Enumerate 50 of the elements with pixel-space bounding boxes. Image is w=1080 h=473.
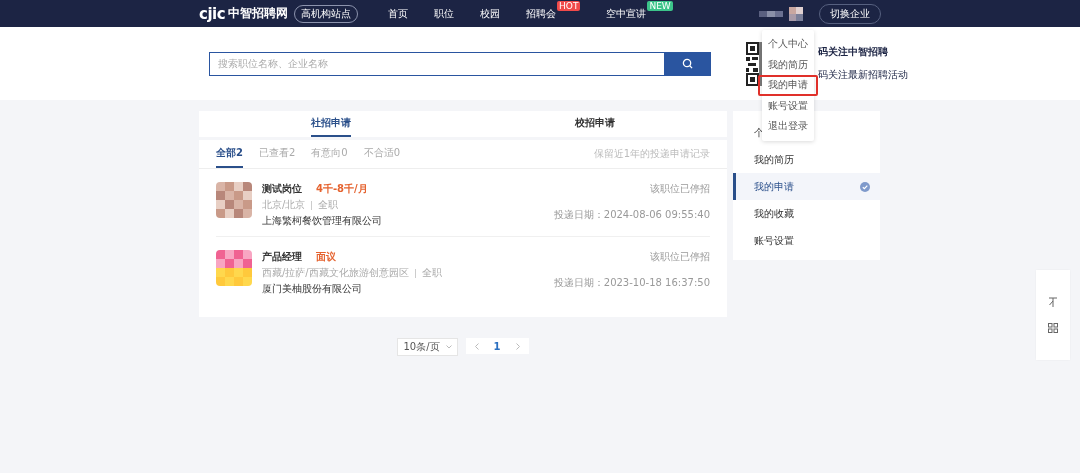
nav-link[interactable]: 职位 <box>434 6 455 21</box>
job-type: 全职 <box>318 198 339 212</box>
search-button[interactable] <box>664 51 711 76</box>
search-field[interactable]: 搜索职位名称、企业名称 <box>209 51 664 76</box>
caret-icon <box>445 345 452 349</box>
job-title[interactable]: 产品经理 <box>262 250 302 264</box>
salary: 4千-8千/月 <box>316 182 368 196</box>
menu-item[interactable]: 我的申请 <box>758 75 818 96</box>
page-number[interactable]: 1 <box>493 340 501 352</box>
job-location: 西藏/拉萨/西藏文化旅游创意园区 <box>262 266 409 280</box>
side-menu-item[interactable]: 我的申请 <box>754 179 794 194</box>
qr-code-icon <box>746 41 762 86</box>
chevron-left-icon <box>474 342 479 350</box>
company-name[interactable]: 上海繁柯餐饮管理有限公司 <box>262 214 382 228</box>
apply-date: 投递日期：2024-08-06 09:55:40 <box>553 208 710 222</box>
menu-item[interactable]: 我的简历 <box>762 54 814 75</box>
qr-caption: 码关注最新招聘活动 <box>818 68 908 82</box>
nav-link[interactable]: 校园 <box>480 6 501 21</box>
job-status: 该职位已停招 <box>650 182 710 196</box>
job-type: 全职 <box>421 266 442 280</box>
side-menu-item[interactable]: 我的收藏 <box>754 206 794 221</box>
tab[interactable]: 社招申请 <box>311 111 351 137</box>
job-status: 该职位已停招 <box>650 250 710 264</box>
side-menu-item[interactable]: 我的简历 <box>754 152 794 167</box>
nav-badge: NEW <box>647 0 673 11</box>
qr-caption: 码关注中智招聘 <box>818 45 889 59</box>
job-location: 北京/北京 <box>262 198 306 212</box>
job-title[interactable]: 测试岗位 <box>262 182 302 196</box>
filter-tab[interactable]: 全部2 <box>216 140 243 168</box>
nav-link[interactable]: 空中宣讲 <box>606 6 647 21</box>
side-menu-item[interactable]: 账号设置 <box>754 233 794 248</box>
tab[interactable]: 校招申请 <box>575 111 615 137</box>
apply-date: 投递日期：2023-10-18 16:37:50 <box>553 276 710 290</box>
salary: 面议 <box>316 250 336 264</box>
search-icon <box>682 58 693 69</box>
nav-badge: HOT <box>557 0 581 11</box>
page-size-select[interactable]: 10条/页 <box>397 338 458 356</box>
back-to-top-icon[interactable] <box>1048 297 1058 307</box>
logo[interactable]: cjic <box>199 4 226 23</box>
menu-item[interactable]: 账号设置 <box>762 95 814 116</box>
menu-item[interactable]: 个人中心 <box>762 34 814 55</box>
site-name: 中智招聘网 <box>228 5 289 22</box>
records-note: 保留近1年的投递申请记录 <box>593 147 710 161</box>
check-icon <box>860 181 870 192</box>
nav-link[interactable]: 首页 <box>388 6 409 21</box>
menu-item[interactable]: 退出登录 <box>762 116 814 137</box>
nav-link[interactable]: 招聘会 <box>526 6 557 21</box>
qr-code-icon[interactable] <box>1048 323 1058 333</box>
chevron-right-icon <box>515 342 520 350</box>
company-name[interactable]: 厦门美柚股份有限公司 <box>262 282 442 296</box>
